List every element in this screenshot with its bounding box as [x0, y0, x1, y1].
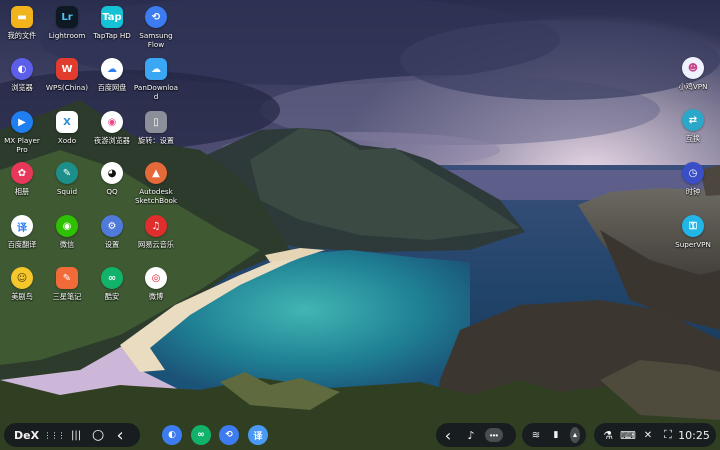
desktop-shortcut[interactable]: ◎ 微博: [124, 267, 188, 301]
desktop-shortcut[interactable]: ♫ 网易云音乐: [124, 215, 188, 249]
taptap-icon[interactable]: Tap: [101, 6, 123, 28]
desktop-shortcut-label: 我的文件: [7, 31, 37, 40]
more-notifications-icon[interactable]: •••: [485, 428, 503, 442]
sketchbook-icon[interactable]: ▲: [145, 162, 167, 184]
lab-icon[interactable]: ⚗: [598, 423, 618, 447]
desktop-shortcut[interactable]: ⚿ SuperVPN: [661, 215, 720, 249]
weibo-icon[interactable]: ◎: [145, 267, 167, 289]
notification-area: ‹ ♪ •••: [436, 423, 516, 447]
coolapk-icon[interactable]: ∞: [101, 267, 123, 289]
folder-icon[interactable]: ▬: [11, 6, 33, 28]
desktop-shortcut[interactable]: ☁ PanDownloa d: [124, 58, 188, 101]
home-icon[interactable]: ○: [87, 423, 109, 447]
desktop-shortcut-label: 小鸡VPN: [678, 82, 708, 91]
desktop-shortcut-label: 互换: [685, 134, 701, 143]
lightroom-icon[interactable]: Lr: [56, 6, 78, 28]
baidu-translate-icon[interactable]: 译: [11, 215, 33, 237]
desktop-shortcut-label: QQ: [106, 187, 118, 196]
clock[interactable]: 10:25: [678, 423, 716, 447]
desktop-shortcut[interactable]: ▯ 旋转：设置: [124, 111, 188, 145]
quick-status-area: ≋ ▮ ▲: [522, 423, 586, 447]
supervpn-icon[interactable]: ⚿: [682, 215, 704, 237]
apps-grid-icon[interactable]: ⋮⋮⋮: [43, 423, 66, 447]
wps-icon[interactable]: W: [56, 58, 78, 80]
desktop-shortcut-label: 美剧鸟: [11, 292, 33, 301]
dex-nav-bar: DeX ⋮⋮⋮ ||| ○ ‹: [4, 423, 140, 447]
browser-icon[interactable]: ◐: [11, 58, 33, 80]
gallery-icon[interactable]: ✿: [11, 162, 33, 184]
desktop-shortcut-label: Squid: [56, 187, 78, 196]
taskbar-coolapk-icon[interactable]: ∞: [191, 425, 211, 445]
mute-icon[interactable]: ✕: [638, 423, 658, 447]
collapse-notifications-icon[interactable]: ‹: [436, 423, 460, 447]
clock-icon[interactable]: ◷: [682, 162, 704, 184]
night-browser-icon[interactable]: ◉: [101, 111, 123, 133]
taskbar-baidu-translate-icon[interactable]: 译: [248, 425, 268, 445]
desktop-shortcut-label: PanDownloa d: [133, 83, 179, 101]
netease-music-icon[interactable]: ♫: [145, 215, 167, 237]
desktop-shortcut-label: 微信: [59, 240, 75, 249]
desktop-shortcut-label: 三星笔记: [52, 292, 82, 301]
meijuniao-icon[interactable]: ☺: [11, 267, 33, 289]
expand-quick-panel-icon[interactable]: ▲: [570, 427, 580, 443]
screenshot-icon[interactable]: ⛶: [658, 423, 678, 447]
desktop-shortcut-label: SuperVPN: [675, 240, 711, 249]
desktop-shortcut-label: Xodo: [57, 136, 77, 145]
wechat-icon[interactable]: ◉: [56, 215, 78, 237]
desktop-shortcut[interactable]: ☻ 小鸡VPN: [661, 57, 720, 91]
xodo-icon[interactable]: X: [56, 111, 78, 133]
squid-icon[interactable]: ✎: [56, 162, 78, 184]
desktop-shortcut[interactable]: ⇄ 互换: [661, 109, 720, 143]
mx-player-icon[interactable]: ▶: [11, 111, 33, 133]
desktop-shortcut-label: 时钟: [685, 187, 701, 196]
desktop-shortcut[interactable]: ⟲ Samsung Flow: [124, 6, 188, 49]
desktop-shortcut[interactable]: ▲ Autodesk SketchBook: [124, 162, 188, 205]
desktop-shortcut-label: 百度翻译: [7, 240, 37, 249]
taskbar-samsung-flow-icon[interactable]: ⟲: [219, 425, 239, 445]
wifi-icon[interactable]: ≋: [526, 423, 546, 447]
tiktok-notification-icon[interactable]: ♪: [460, 423, 482, 447]
battery-icon[interactable]: ▮: [546, 423, 566, 447]
keyboard-icon[interactable]: ⌨: [618, 423, 638, 447]
taskbar-browser-icon[interactable]: ◐: [162, 425, 182, 445]
desktop-shortcut-label: Samsung Flow: [139, 31, 173, 49]
swap-icon[interactable]: ⇄: [682, 109, 704, 131]
desktop-shortcut-label: 网易云音乐: [138, 240, 174, 249]
desktop-shortcut-label: 旋转：设置: [138, 136, 174, 145]
desktop-shortcut[interactable]: ◷ 时钟: [661, 162, 720, 196]
system-tray: ⚗ ⌨ ✕ ⛶ 10:25: [594, 423, 716, 447]
desktop-shortcut-label: 设置: [104, 240, 120, 249]
desktop-shortcut-label: 微博: [148, 292, 164, 301]
desktop-shortcut-label: 百度网盘: [97, 83, 127, 92]
pandownload-icon[interactable]: ☁: [145, 58, 167, 80]
dex-label[interactable]: DeX: [4, 423, 43, 447]
samsung-flow-icon[interactable]: ⟲: [145, 6, 167, 28]
back-icon[interactable]: ‹: [109, 423, 131, 447]
settings-icon[interactable]: ⚙: [101, 215, 123, 237]
qq-icon[interactable]: ◕: [101, 162, 123, 184]
desktop-shortcut-label: 酷安: [104, 292, 120, 301]
desktop-shortcut-label: 相册: [14, 187, 30, 196]
desktop-shortcut-label: Autodesk SketchBook: [134, 187, 178, 205]
rotation-settings-icon[interactable]: ▯: [145, 111, 167, 133]
recent-apps-icon[interactable]: |||: [65, 423, 87, 447]
samsung-notes-icon[interactable]: ✎: [56, 267, 78, 289]
baidu-netdisk-icon[interactable]: ☁: [101, 58, 123, 80]
desktop-shortcut-label: 浏览器: [11, 83, 33, 92]
chicken-vpn-icon[interactable]: ☻: [682, 57, 704, 79]
